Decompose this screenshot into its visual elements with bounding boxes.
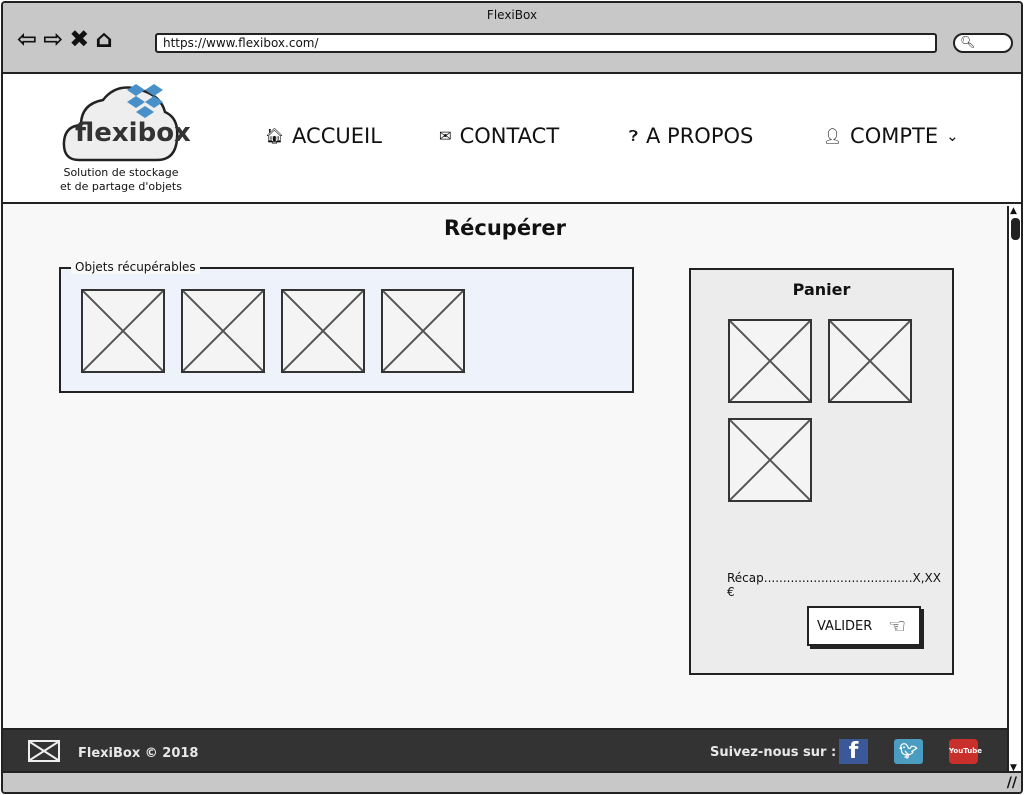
recap-label: Récap [727,571,764,585]
footer-image-placeholder [28,740,60,762]
cart-recap: Récap...................................… [727,571,941,599]
tagline-line-2: et de partage d'objets [60,180,182,193]
scrollbar-thumb[interactable] [1011,218,1020,240]
nav-contact[interactable]: ✉ CONTACT [439,124,559,148]
logo[interactable]: flexibox [61,82,191,171]
twitter-icon[interactable]: 🐦︎ [894,739,923,764]
browser-toolbar: FlexiBox ⇦ ⇨ ✖ ⌂ https://www.flexibox.co… [3,3,1021,74]
nav-accueil[interactable]: 🏠︎ ACCUEIL [265,124,382,148]
vertical-scrollbar[interactable]: ▼ ▲ [1007,206,1021,773]
validate-button[interactable]: VALIDER ☜ [807,606,921,646]
cart-panel: Panier Récap............................… [689,268,954,675]
image-placeholder-icon [383,291,463,371]
object-image-placeholder[interactable] [281,289,365,373]
tagline: Solution de stockage et de partage d'obje… [51,166,191,194]
facebook-icon[interactable]: f [839,739,868,764]
back-icon[interactable]: ⇦ [17,25,37,53]
url-bar[interactable]: https://www.flexibox.com/ [155,33,937,53]
nav-label: CONTACT [459,124,560,148]
object-image-placeholder[interactable] [81,289,165,373]
nav-a-propos[interactable]: ❓︎ A PROPOS [629,124,753,148]
object-image-placeholder[interactable] [381,289,465,373]
browser-search[interactable]: 🔍︎ [953,33,1013,53]
object-image-placeholder[interactable] [181,289,265,373]
tagline-line-1: Solution de stockage [63,166,179,179]
recoverable-objects-group: Objets récupérables [59,260,634,393]
chevron-down-icon: ⌄ [946,127,959,145]
question-icon: ❓︎ [629,127,639,145]
home-icon: 🏠︎ [265,127,285,145]
image-placeholder-icon [83,291,163,371]
close-icon[interactable]: ✖ [69,25,89,53]
image-placeholder-icon [730,420,810,500]
image-placeholder-icon [183,291,263,371]
forward-icon[interactable]: ⇨ [43,25,63,53]
pointing-hand-icon: ☜ [888,614,907,638]
youtube-icon[interactable]: YouTube [949,739,982,764]
window-title: FlexiBox [486,8,538,22]
group-label: Objets récupérables [71,260,200,274]
site-footer: FlexiBox © 2018 Suivez-nous sur : f 🐦︎ Y… [3,728,1007,773]
nav-label: A PROPOS [646,124,754,148]
cart-title: Panier [792,280,851,299]
search-icon: 🔍︎ [960,35,976,49]
image-placeholder-icon [283,291,363,371]
browser-window: FlexiBox ⇦ ⇨ ✖ ⌂ https://www.flexibox.co… [1,1,1023,794]
copyright: FlexiBox © 2018 [78,746,199,761]
cart-item-placeholder[interactable] [828,319,912,403]
envelope-icon: ✉ [439,127,452,145]
scroll-up-arrow-icon[interactable]: ▲ [1010,206,1017,216]
cart-item-placeholder[interactable] [728,418,812,502]
image-placeholder-icon [830,321,910,401]
resize-grip-icon[interactable]: // [1007,775,1017,791]
main-content: Récupérer Objets récupérables Panier Réc… [3,206,1007,728]
browser-statusbar: // [3,771,1021,792]
site-header: flexibox Solution de stockage et de parta… [3,74,1021,204]
user-icon: 👤︎ [823,127,843,145]
nav-compte[interactable]: 👤︎ COMPTE ⌄ [823,124,959,148]
cart-item-placeholder[interactable] [728,319,812,403]
page-title: Récupérer [443,216,567,240]
image-placeholder-icon [730,321,810,401]
nav-label: ACCUEIL [292,124,382,148]
nav-label: COMPTE [850,124,939,148]
home-icon[interactable]: ⌂ [95,25,112,53]
validate-label: VALIDER [817,618,873,634]
follow-label: Suivez-nous sur : [710,745,837,760]
